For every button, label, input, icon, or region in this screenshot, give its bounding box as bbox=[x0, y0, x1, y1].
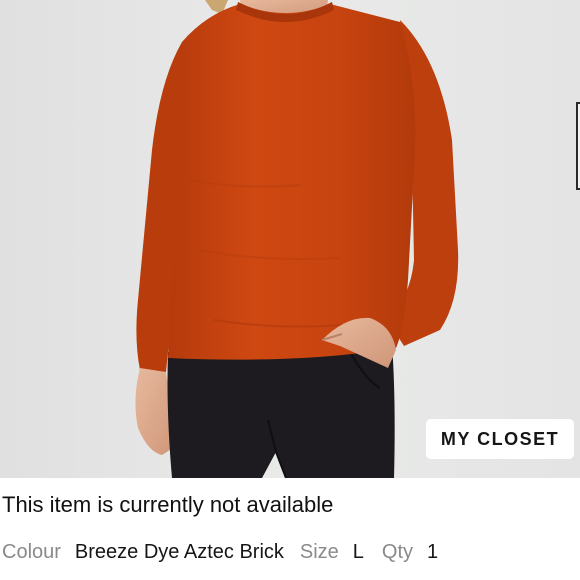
colour-label: Colour bbox=[2, 541, 61, 563]
product-photo bbox=[0, 0, 580, 478]
size-label: Size bbox=[299, 541, 339, 563]
colour-value: Breeze Dye Aztec Brick bbox=[74, 541, 284, 563]
qty-label: Qty bbox=[381, 541, 414, 563]
product-details: Colour Breeze Dye Aztec Brick Size L Qty… bbox=[2, 541, 438, 569]
qty-value: 1 bbox=[427, 541, 439, 563]
image-carousel-edge[interactable] bbox=[576, 102, 580, 190]
availability-message: This item is currently not available bbox=[2, 492, 334, 517]
product-image[interactable]: MY CLOSET bbox=[0, 0, 580, 478]
size-value: L bbox=[352, 541, 364, 563]
my-closet-button[interactable]: MY CLOSET bbox=[426, 419, 574, 459]
